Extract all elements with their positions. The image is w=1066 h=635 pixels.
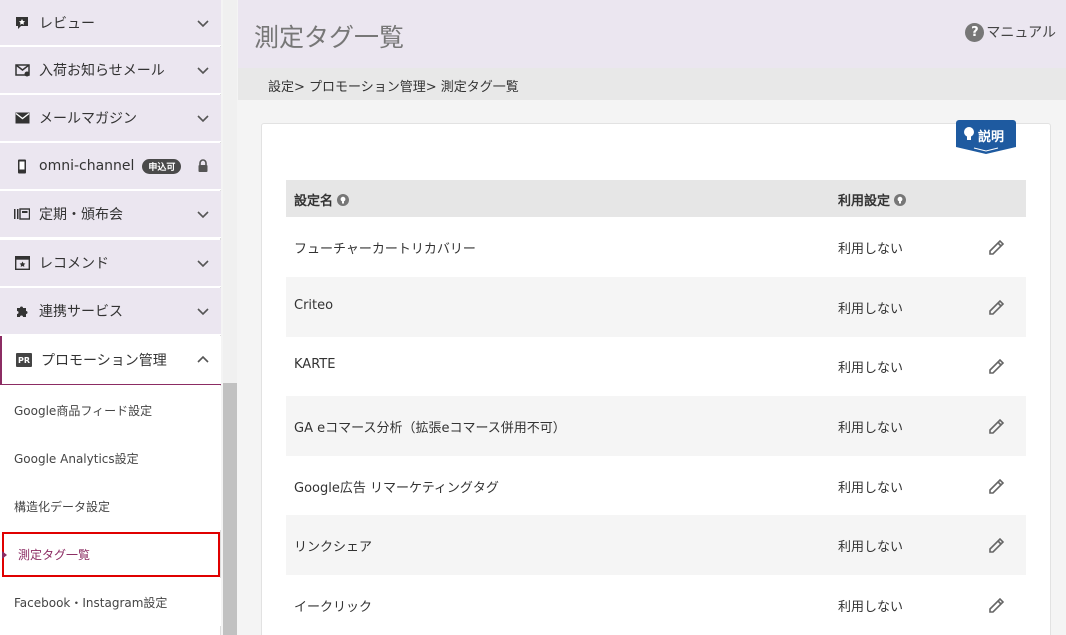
table-row: KARTE 利用しない [286, 336, 1026, 396]
edit-pencil-icon[interactable] [986, 475, 1008, 497]
table-row: GA eコマース分析（拡張eコマース併用不可） 利用しない [286, 396, 1026, 456]
subscription-icon [14, 206, 30, 222]
sidebar-item-promotion[interactable]: PR プロモーション管理 [0, 336, 221, 385]
apply-badge: 申込可 [142, 158, 182, 174]
table-row: イークリック 利用しない [286, 575, 1026, 635]
sidebar-item-mail-magazine[interactable]: メールマガジン [0, 95, 221, 142]
sidebar-item-label: 定期・頒布会 [39, 207, 123, 223]
breadcrumb-bar: 設定> プロモーション管理> 測定タグ一覧 [238, 68, 1066, 100]
cell-setting-name: GA eコマース分析（拡張eコマース併用不可） [294, 421, 566, 436]
edit-pencil-icon[interactable] [986, 594, 1008, 616]
sidebar-item-label: 入荷お知らせメール [39, 63, 165, 79]
table-header: 設定名 利用設定 [286, 180, 1026, 217]
sidebar-item-omni-channel[interactable]: omni-channel 申込可 [0, 143, 221, 190]
col-header-name-label: 設定名 [294, 194, 334, 209]
sidebar-item-review[interactable]: レビュー [0, 0, 221, 46]
sidebar-item-label: omni-channel [39, 158, 135, 174]
edit-pencil-icon[interactable] [986, 236, 1008, 258]
subitem-label: Google商品フィード設定 [14, 403, 153, 418]
help-circle-icon: ? [965, 22, 985, 42]
mail-arrival-icon [14, 62, 30, 78]
subitem-label: 構造化データ設定 [14, 499, 111, 514]
cell-usage: 利用しない [838, 481, 904, 496]
subitem-label: 測定タグ一覧 [18, 548, 91, 562]
manual-link[interactable]: ? マニュアル [965, 22, 1056, 42]
cell-setting-name: イークリック [294, 600, 373, 615]
pr-icon: PR [16, 352, 32, 368]
edit-pencil-icon[interactable] [986, 534, 1008, 556]
cell-usage: 利用しない [838, 242, 904, 257]
hint-icon[interactable] [337, 193, 350, 206]
phone-icon [14, 158, 30, 174]
chevron-down-icon [197, 67, 209, 75]
col-header-use: 利用設定 [838, 190, 907, 209]
explanation-button[interactable]: 説明 [954, 119, 1018, 155]
subitem-structured-data[interactable]: 構造化データ設定 [0, 482, 221, 530]
chevron-down-icon [197, 308, 209, 316]
explanation-label: 説明 [978, 130, 1005, 145]
lock-icon [198, 159, 208, 172]
chevron-up-icon [197, 355, 209, 363]
recommend-icon [14, 255, 30, 271]
sidebar-item-label: プロモーション管理 [41, 353, 167, 369]
puzzle-icon [14, 303, 30, 319]
edit-pencil-icon[interactable] [986, 415, 1008, 437]
chevron-down-icon [197, 19, 209, 27]
sidebar-item-recommend[interactable]: レコメンド [0, 240, 221, 287]
manual-label: マニュアル [986, 25, 1056, 41]
cell-setting-name: リンクシェア [294, 540, 373, 555]
cell-usage: 利用しない [838, 540, 904, 555]
subitem-facebook-instagram[interactable]: Facebook・Instagram設定 [0, 578, 221, 626]
scrollbar-thumb[interactable] [223, 383, 237, 635]
chevron-down-icon [197, 211, 209, 219]
cell-setting-name: KARTE [294, 357, 336, 372]
hint-icon[interactable] [894, 193, 907, 206]
sidebar-item-label: レビュー [39, 15, 95, 32]
cell-usage: 利用しない [838, 421, 904, 436]
sidebar: レビュー 入荷お知らせメール メールマガジン omni-channel 申込可 … [0, 0, 221, 635]
cell-setting-name: フューチャーカートリカバリー [294, 242, 476, 257]
sidebar-item-label: メールマガジン [39, 111, 137, 127]
envelope-icon [14, 110, 30, 126]
sidebar-scrollbar[interactable] [223, 0, 237, 635]
subitem-label: Google Analytics設定 [14, 451, 139, 466]
table-row: Criteo 利用しない [286, 277, 1026, 337]
page-header: 測定タグ一覧 ? マニュアル [238, 0, 1066, 68]
page-title: 測定タグ一覧 [254, 23, 405, 52]
table-row: Google広告 リマーケティングタグ 利用しない [286, 456, 1026, 516]
edit-pencil-icon[interactable] [986, 296, 1008, 318]
subitem-label: Facebook・Instagram設定 [14, 595, 168, 610]
cell-setting-name: Criteo [294, 298, 334, 313]
col-header-use-label: 利用設定 [838, 194, 891, 209]
table-row: リンクシェア 利用しない [286, 515, 1026, 575]
chevron-down-icon [197, 115, 209, 123]
col-header-name: 設定名 [294, 190, 350, 209]
sidebar-item-integration[interactable]: 連携サービス [0, 288, 221, 335]
pr-icon-text: PR [16, 353, 32, 367]
sidebar-item-subscription[interactable]: 定期・頒布会 [0, 191, 221, 238]
review-star-icon [14, 15, 30, 31]
subitem-google-feed[interactable]: Google商品フィード設定 [0, 386, 221, 434]
cell-usage: 利用しない [838, 361, 904, 376]
sidebar-item-arrival-mail[interactable]: 入荷お知らせメール [0, 47, 221, 94]
subitem-measurement-tags[interactable]: 測定タグ一覧 [2, 532, 220, 577]
cell-usage: 利用しない [838, 302, 904, 317]
cell-setting-name: Google広告 リマーケティングタグ [294, 481, 499, 496]
breadcrumb: 設定> プロモーション管理> 測定タグ一覧 [268, 80, 519, 95]
table-row: フューチャーカートリカバリー 利用しない [286, 217, 1026, 277]
edit-pencil-icon[interactable] [986, 355, 1008, 377]
sidebar-item-label: レコメンド [39, 256, 109, 272]
chevron-down-icon [197, 260, 209, 268]
cell-usage: 利用しない [838, 600, 904, 615]
subitem-google-analytics[interactable]: Google Analytics設定 [0, 434, 221, 482]
sidebar-item-label: 連携サービス [39, 304, 123, 320]
